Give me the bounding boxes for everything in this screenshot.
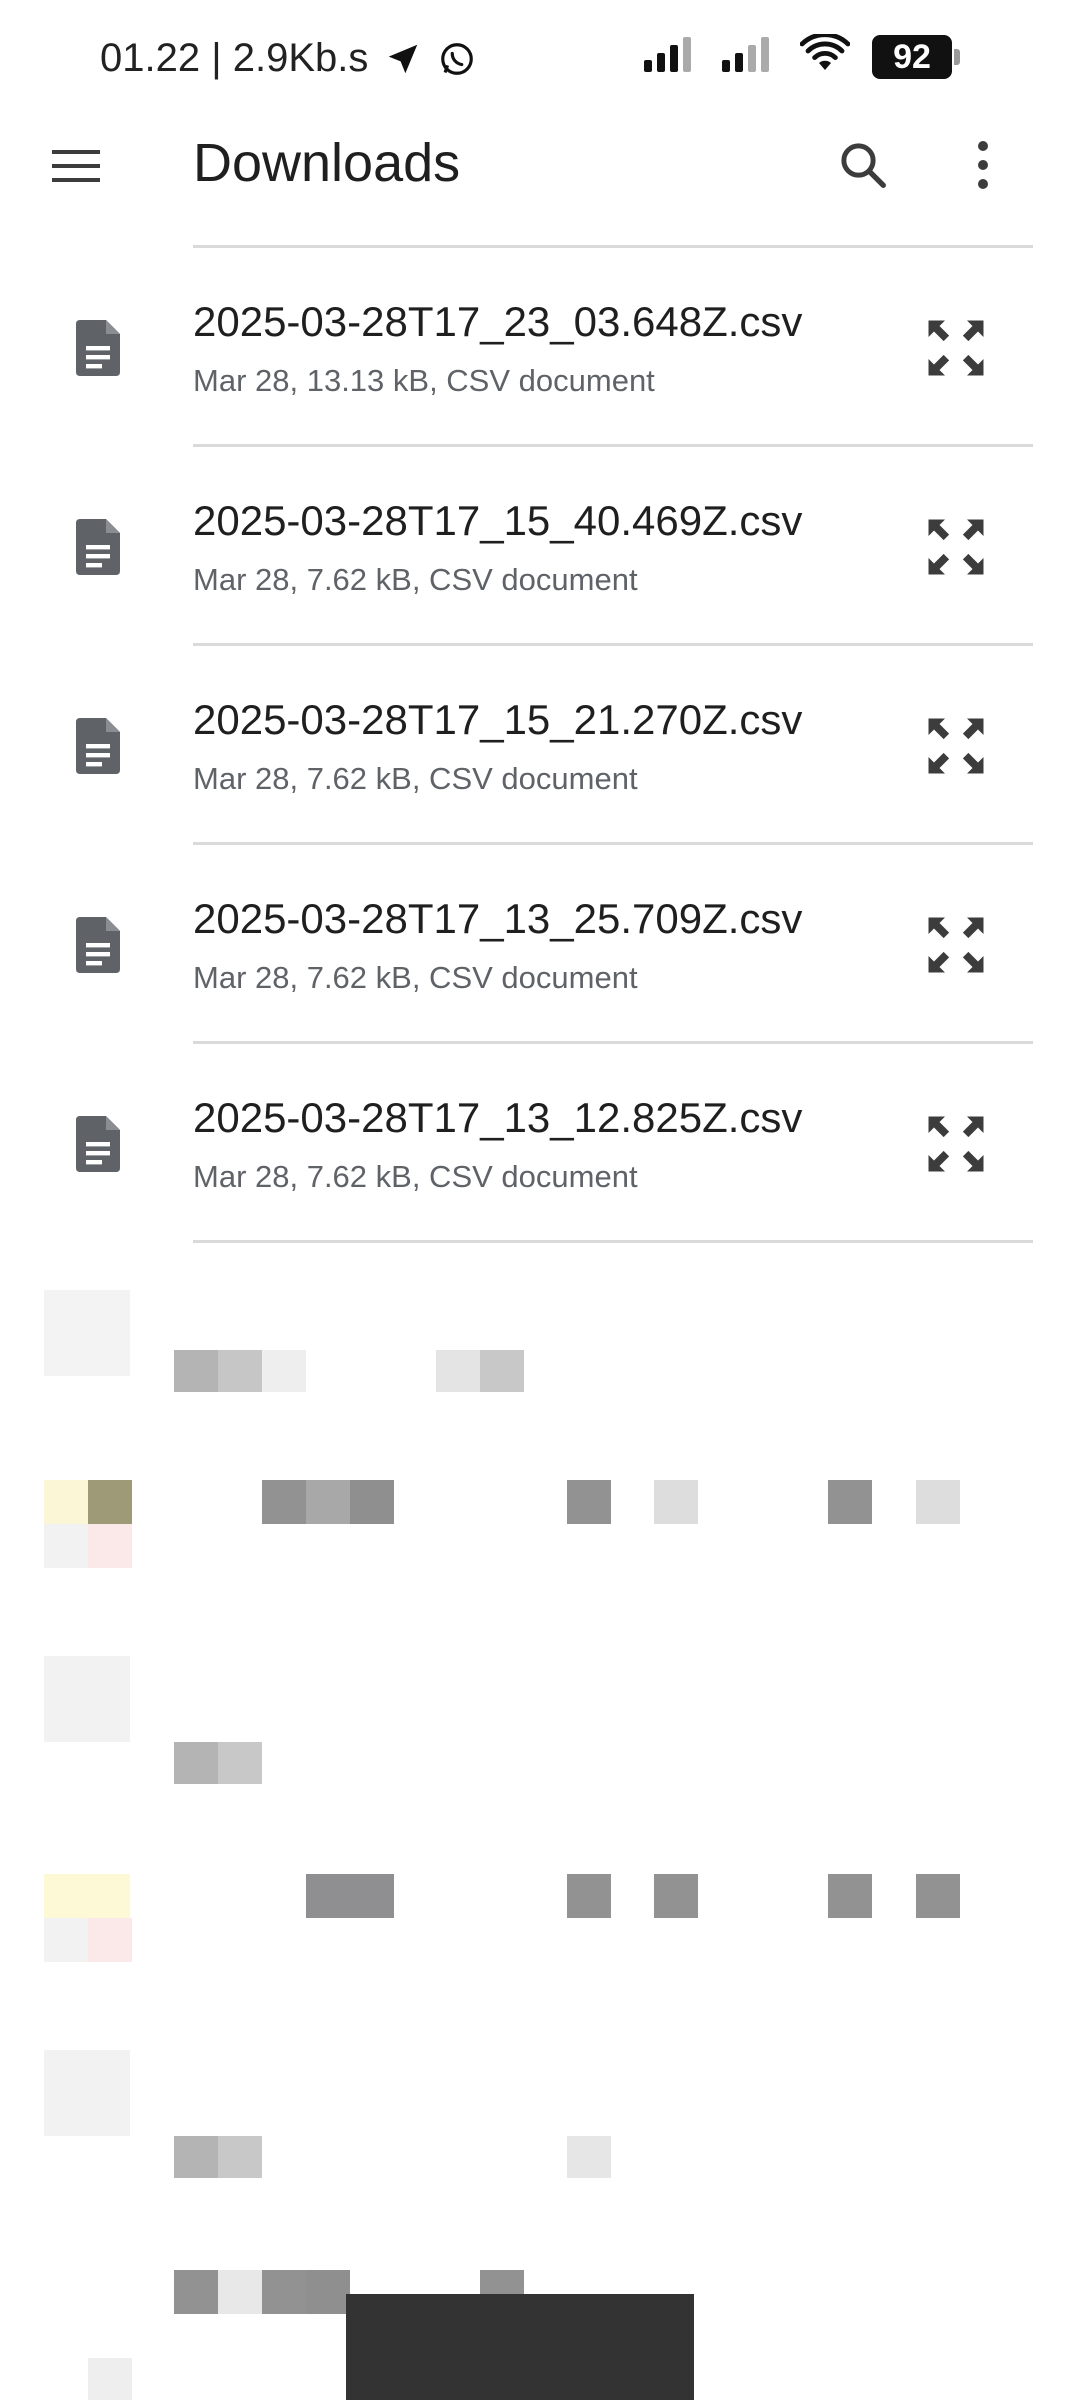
blur-block bbox=[174, 1350, 218, 1392]
menu-icon bbox=[52, 150, 100, 182]
blur-block bbox=[44, 1656, 130, 1742]
blur-block bbox=[44, 1524, 88, 1568]
file-name: 2025-03-28T17_13_25.709Z.csv bbox=[193, 895, 803, 942]
blur-block bbox=[654, 1480, 698, 1524]
blur-block bbox=[174, 1742, 218, 1784]
more-vert-icon bbox=[978, 141, 988, 189]
file-name: 2025-03-28T17_15_21.270Z.csv bbox=[193, 696, 803, 743]
document-icon bbox=[76, 917, 120, 973]
navigation-bar[interactable] bbox=[346, 2294, 694, 2400]
blur-block bbox=[218, 1742, 262, 1784]
blur-block bbox=[567, 2136, 611, 2178]
blur-block bbox=[828, 1874, 872, 1918]
battery-level: 92 bbox=[872, 34, 952, 79]
blur-block bbox=[480, 1350, 524, 1392]
blur-block bbox=[567, 1874, 611, 1918]
expand-icon bbox=[928, 1116, 984, 1172]
blur-block bbox=[44, 1480, 88, 1524]
battery-indicator: 92 bbox=[872, 34, 960, 79]
expand-icon bbox=[928, 917, 984, 973]
file-meta: Mar 28, 13.13 kB, CSV document bbox=[193, 363, 655, 398]
expand-icon bbox=[928, 320, 984, 376]
more-options-button[interactable] bbox=[948, 130, 1018, 200]
blur-block bbox=[262, 1480, 306, 1524]
search-icon bbox=[841, 143, 886, 188]
document-icon bbox=[76, 718, 120, 774]
signal-2-icon bbox=[722, 34, 778, 79]
battery-cap bbox=[954, 48, 960, 65]
blur-block bbox=[567, 1480, 611, 1524]
page-title: Downloads bbox=[193, 133, 461, 193]
document-icon bbox=[76, 519, 120, 575]
document-icon bbox=[76, 1116, 120, 1172]
menu-button[interactable] bbox=[46, 136, 106, 196]
signal-1-icon bbox=[644, 34, 700, 79]
list-item[interactable]: 2025-03-28T17_23_03.648Z.csv Mar 28, 13.… bbox=[0, 248, 1080, 444]
search-button[interactable] bbox=[828, 130, 898, 200]
expand-button[interactable] bbox=[916, 905, 996, 985]
blur-block bbox=[262, 2270, 306, 2314]
blur-block bbox=[88, 1524, 132, 1568]
file-meta: Mar 28, 7.62 kB, CSV document bbox=[193, 960, 638, 995]
location-arrow-icon bbox=[384, 40, 422, 78]
expand-icon bbox=[928, 718, 984, 774]
blur-block bbox=[306, 2270, 350, 2314]
file-meta: Mar 28, 7.62 kB, CSV document bbox=[193, 562, 638, 597]
blur-block bbox=[88, 1480, 132, 1524]
list-item[interactable]: 2025-03-28T17_15_21.270Z.csv Mar 28, 7.6… bbox=[0, 646, 1080, 842]
status-bar: 01.22 | 2.9Kb.s 92 bbox=[0, 0, 1080, 120]
app-bar: Downloads bbox=[0, 110, 1080, 240]
blur-block bbox=[306, 1874, 394, 1918]
blur-block bbox=[436, 1350, 480, 1392]
status-right: 92 bbox=[644, 32, 960, 79]
list-item[interactable]: 2025-03-28T17_15_40.469Z.csv Mar 28, 7.6… bbox=[0, 447, 1080, 643]
list-item[interactable]: 2025-03-28T17_13_12.825Z.csv Mar 28, 7.6… bbox=[0, 1044, 1080, 1240]
obscured-content bbox=[0, 1250, 1080, 2400]
wifi-icon bbox=[799, 32, 851, 79]
blur-block bbox=[916, 1874, 960, 1918]
blur-block bbox=[44, 1874, 130, 1918]
file-name: 2025-03-28T17_23_03.648Z.csv bbox=[193, 298, 803, 345]
downloads-list: 2025-03-28T17_23_03.648Z.csv Mar 28, 13.… bbox=[0, 245, 1080, 1243]
blur-block bbox=[174, 2136, 218, 2178]
blur-block bbox=[828, 1480, 872, 1524]
blur-block bbox=[218, 2136, 262, 2178]
file-meta: Mar 28, 7.62 kB, CSV document bbox=[193, 1159, 638, 1194]
blur-block bbox=[218, 2270, 262, 2314]
blur-block bbox=[306, 1480, 350, 1524]
blur-block bbox=[44, 2050, 130, 2136]
whatsapp-icon bbox=[438, 40, 476, 78]
blur-block bbox=[174, 2270, 218, 2314]
expand-icon bbox=[928, 519, 984, 575]
expand-button[interactable] bbox=[916, 308, 996, 388]
status-left: 01.22 | 2.9Kb.s bbox=[100, 36, 476, 81]
status-time-speed: 01.22 | 2.9Kb.s bbox=[100, 36, 369, 80]
list-item[interactable]: 2025-03-28T17_13_25.709Z.csv Mar 28, 7.6… bbox=[0, 845, 1080, 1041]
blur-block bbox=[88, 2358, 132, 2400]
blur-block bbox=[654, 1874, 698, 1918]
expand-button[interactable] bbox=[916, 706, 996, 786]
blur-block bbox=[44, 1918, 88, 1962]
file-name: 2025-03-28T17_13_12.825Z.csv bbox=[193, 1094, 803, 1141]
divider bbox=[193, 1240, 1033, 1243]
file-meta: Mar 28, 7.62 kB, CSV document bbox=[193, 761, 638, 796]
blur-block bbox=[916, 1480, 960, 1524]
blur-block bbox=[218, 1350, 262, 1392]
document-icon bbox=[76, 320, 120, 376]
file-name: 2025-03-28T17_15_40.469Z.csv bbox=[193, 497, 803, 544]
blur-block bbox=[350, 1480, 394, 1524]
expand-button[interactable] bbox=[916, 507, 996, 587]
blur-block bbox=[262, 1350, 306, 1392]
blur-block bbox=[88, 1918, 132, 1962]
expand-button[interactable] bbox=[916, 1104, 996, 1184]
blur-block bbox=[44, 1290, 130, 1376]
